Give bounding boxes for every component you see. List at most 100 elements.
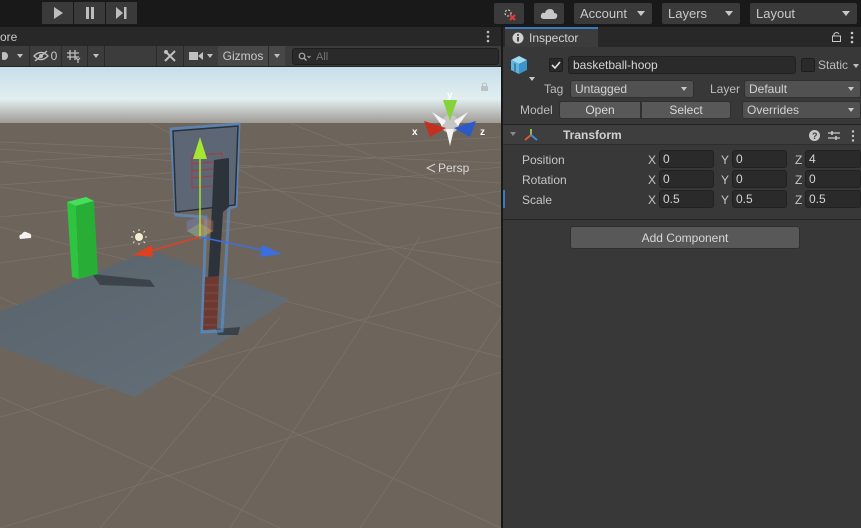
axis-x-label[interactable]: X: [648, 153, 656, 167]
rotation-x-input[interactable]: [663, 172, 713, 186]
separator: [87, 46, 88, 66]
scale-label[interactable]: Scale: [522, 193, 552, 207]
scene-view-canvas[interactable]: y x z Persp: [0, 67, 501, 528]
rotation-z-input[interactable]: [809, 172, 860, 186]
lock-icon[interactable]: [832, 31, 841, 42]
svg-text:?: ?: [812, 131, 818, 141]
hidden-count: 0: [50, 49, 58, 63]
separator: [183, 46, 184, 66]
tools-button[interactable]: [158, 46, 182, 66]
preset-icon[interactable]: [828, 130, 840, 141]
add-component-button[interactable]: Add Component: [570, 226, 800, 249]
scale-y-field[interactable]: [732, 190, 787, 208]
chevron-down-icon: [17, 54, 23, 58]
shading-dropdown[interactable]: [13, 46, 27, 66]
rotation-y-input[interactable]: [736, 172, 786, 186]
add-component-label: Add Component: [641, 230, 729, 245]
scale-x-field[interactable]: [659, 190, 714, 208]
eye-hidden-icon: [32, 50, 49, 62]
help-icon[interactable]: ?: [809, 130, 820, 141]
step-icon: [116, 7, 127, 19]
kebab-menu-icon[interactable]: [851, 130, 855, 142]
position-x-input[interactable]: [663, 152, 713, 166]
grid-toggle-button[interactable]: [63, 46, 85, 66]
transform-icon: [524, 129, 538, 141]
kebab-menu-icon[interactable]: [850, 31, 854, 44]
rotation-y-field[interactable]: [732, 170, 787, 188]
position-y-input[interactable]: [736, 152, 786, 166]
scene-visibility-button[interactable]: 0: [31, 46, 59, 66]
axis-z-label[interactable]: Z: [795, 193, 802, 207]
collab-error-icon: [504, 8, 516, 21]
inspector-panel: Static Tag Untagged Layer Default Model …: [503, 47, 861, 528]
camera-settings-button[interactable]: [185, 46, 217, 66]
select-label: Select: [669, 103, 703, 117]
account-label: Account: [580, 6, 627, 21]
tab-inspector[interactable]: Inspector: [505, 27, 598, 47]
axis-z-label[interactable]: Z: [795, 153, 802, 167]
projection-label[interactable]: Persp: [438, 161, 470, 175]
rotation-label[interactable]: Rotation: [522, 173, 567, 187]
static-checkbox[interactable]: [801, 58, 815, 72]
axis-x-label[interactable]: X: [648, 173, 656, 187]
static-dropdown-icon[interactable]: [853, 64, 859, 68]
cloud-button[interactable]: [534, 3, 564, 24]
shading-mode-button[interactable]: [0, 46, 12, 66]
scene-tab-bar: ore: [0, 27, 501, 46]
camera-icon: [189, 52, 203, 60]
axis-z-label[interactable]: Z: [795, 173, 802, 187]
tag-dropdown[interactable]: Untagged: [570, 80, 694, 98]
pause-button[interactable]: [74, 2, 105, 24]
chevron-down-icon: [848, 108, 854, 112]
rotation-x-field[interactable]: [659, 170, 714, 188]
separator: [29, 46, 30, 66]
axis-y-label[interactable]: Y: [721, 193, 729, 207]
scale-z-field[interactable]: [805, 190, 861, 208]
position-y-field[interactable]: [732, 150, 787, 168]
scale-y-input[interactable]: [736, 192, 786, 206]
chevron-down-icon: [637, 11, 645, 16]
modified-indicator: [503, 190, 505, 208]
account-dropdown[interactable]: Account: [574, 3, 652, 24]
step-button[interactable]: [106, 2, 137, 24]
select-model-button[interactable]: Select: [641, 101, 731, 119]
play-button[interactable]: [42, 2, 73, 24]
position-x-field[interactable]: [659, 150, 714, 168]
object-name-field[interactable]: [568, 56, 796, 74]
kebab-menu-icon[interactable]: [486, 30, 490, 43]
axis-x-label[interactable]: X: [648, 193, 656, 207]
transform-header[interactable]: Transform ?: [503, 124, 861, 145]
scale-z-input[interactable]: [809, 192, 860, 206]
position-z-field[interactable]: [805, 150, 861, 168]
search-input[interactable]: [316, 50, 486, 63]
scene-toolbar: 0 Gizmos: [0, 46, 501, 67]
scene-viewport[interactable]: y x z Persp: [0, 67, 501, 528]
layers-dropdown[interactable]: Layers: [662, 3, 740, 24]
prefab-model-icon[interactable]: [509, 55, 535, 85]
grid-dropdown[interactable]: [89, 46, 103, 66]
axis-y-label[interactable]: Y: [721, 173, 729, 187]
open-model-button[interactable]: Open: [559, 101, 641, 119]
scene-tab-label[interactable]: ore: [0, 30, 17, 44]
foldout-arrow-icon[interactable]: [510, 132, 516, 136]
gizmo-x-label: x: [412, 127, 418, 138]
layer-dropdown[interactable]: Default: [744, 80, 861, 98]
static-label[interactable]: Static: [818, 58, 848, 72]
overrides-dropdown[interactable]: Overrides: [742, 101, 861, 119]
layout-dropdown[interactable]: Layout: [750, 3, 857, 24]
layers-label: Layers: [668, 6, 708, 21]
position-label[interactable]: Position: [522, 153, 565, 167]
active-checkbox[interactable]: [549, 58, 563, 72]
chevron-down-icon: [842, 11, 850, 16]
object-name-input[interactable]: [573, 58, 795, 72]
rotation-z-field[interactable]: [805, 170, 861, 188]
scale-x-input[interactable]: [663, 192, 713, 206]
gizmos-dropdown[interactable]: [269, 46, 285, 66]
scene-search[interactable]: [292, 48, 499, 65]
info-icon: [512, 32, 524, 44]
gizmos-button[interactable]: Gizmos: [218, 46, 268, 66]
axis-y-label[interactable]: Y: [721, 153, 729, 167]
position-z-input[interactable]: [809, 152, 860, 166]
green-cube[interactable]: [67, 197, 98, 279]
collab-button[interactable]: [494, 3, 524, 24]
